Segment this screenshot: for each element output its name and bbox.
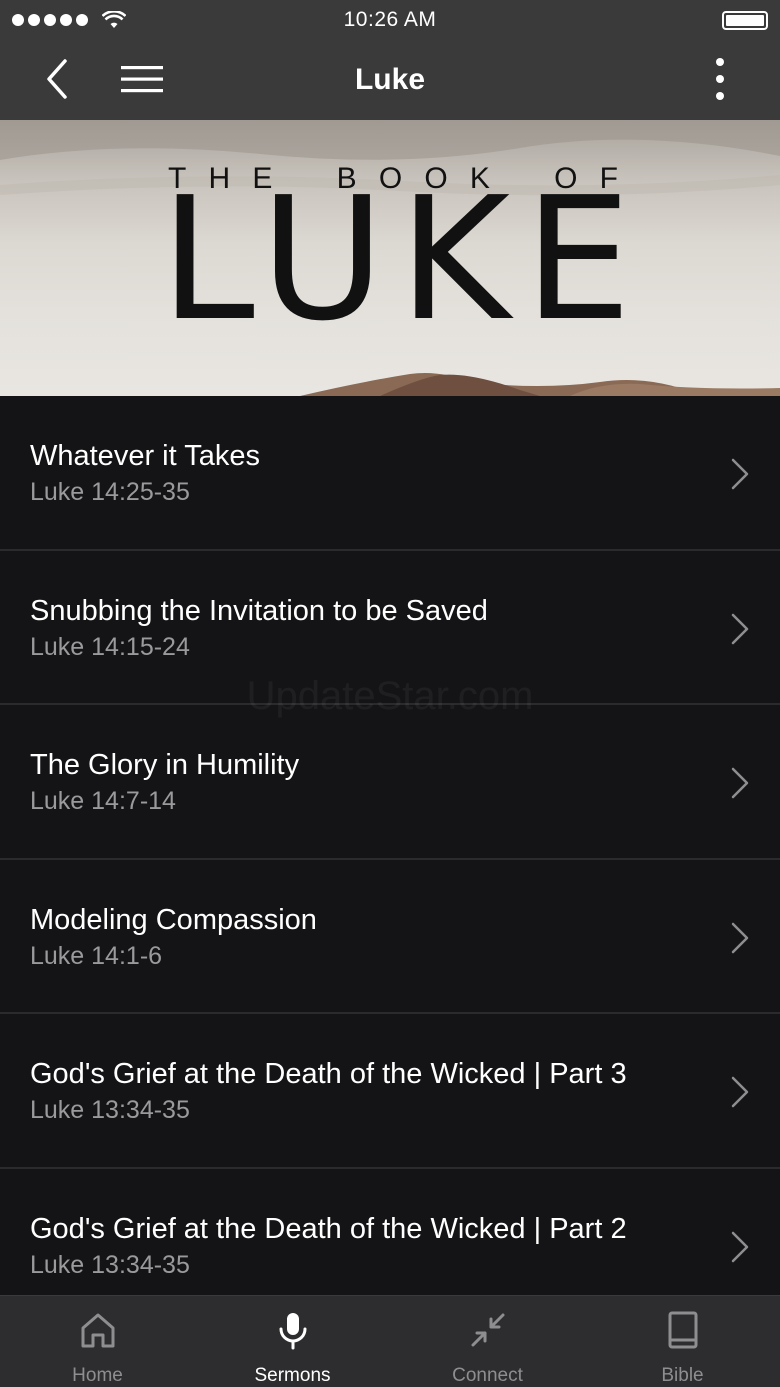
tab-home[interactable]: Home xyxy=(0,1296,195,1387)
list-item[interactable]: The Glory in Humility Luke 14:7-14 xyxy=(0,705,780,860)
chevron-right-icon xyxy=(731,1231,749,1262)
hamburger-icon xyxy=(121,66,163,93)
chevron-right-icon xyxy=(731,458,749,490)
chevron-left-icon xyxy=(47,59,67,99)
wifi-icon xyxy=(102,11,126,28)
connect-arrows-icon xyxy=(471,1313,504,1346)
status-time: 10:26 AM xyxy=(343,8,437,31)
chevron-right-icon xyxy=(731,922,749,953)
tab-label: Home xyxy=(72,1365,123,1386)
tab-label: Sermons xyxy=(254,1365,331,1386)
chevron-right-icon xyxy=(731,613,749,644)
sermon-title: Modeling Compassion xyxy=(30,903,317,936)
sermon-title: Snubbing the Invitation to be Saved xyxy=(30,594,488,627)
microphone-icon xyxy=(279,1312,306,1349)
sermon-passage: Luke 14:7-14 xyxy=(30,787,176,815)
tab-label: Bible xyxy=(661,1365,704,1386)
sermon-title: The Glory in Humility xyxy=(30,749,300,781)
status-bar: 10:26 AM xyxy=(0,0,780,40)
tab-label: Connect xyxy=(452,1365,523,1386)
signal-strength-icon xyxy=(12,11,126,29)
list-item[interactable]: Snubbing the Invitation to be Saved Luke… xyxy=(0,550,780,705)
page-title: Luke xyxy=(354,63,426,96)
list-item[interactable]: God's Grief at the Death of the Wicked |… xyxy=(0,1014,780,1169)
sermon-list: Whatever it Takes Luke 14:25-35 Snubbing… xyxy=(0,396,780,1323)
sermon-passage: Luke 14:25-35 xyxy=(30,478,190,506)
sermon-title: God's Grief at the Death of the Wicked |… xyxy=(30,1058,627,1090)
tab-bar: Home Sermons Connect Bible xyxy=(0,1295,780,1387)
tab-bible[interactable]: Bible xyxy=(585,1296,780,1387)
list-item[interactable]: Whatever it Takes Luke 14:25-35 xyxy=(0,396,780,551)
home-icon xyxy=(81,1313,114,1347)
list-item[interactable]: Modeling Compassion Luke 14:1-6 xyxy=(0,859,780,1014)
battery-icon xyxy=(722,11,768,30)
sermon-passage: Luke 13:34-35 xyxy=(30,1096,190,1124)
tab-connect[interactable]: Connect xyxy=(390,1296,585,1387)
nav-bar: Luke xyxy=(0,40,780,120)
banner-title: LUKE xyxy=(160,161,646,359)
menu-button[interactable] xyxy=(120,62,164,96)
series-banner: T H E B O O K O F LUKE xyxy=(0,120,780,396)
chevron-right-icon xyxy=(731,767,749,799)
more-options-button[interactable] xyxy=(708,56,732,102)
sermon-title: God's Grief at the Death of the Wicked |… xyxy=(30,1212,627,1245)
sermon-title: Whatever it Takes xyxy=(30,440,260,472)
sermon-passage: Luke 13:34-35 xyxy=(30,1250,190,1279)
sermon-passage: Luke 14:1-6 xyxy=(30,941,163,970)
back-button[interactable] xyxy=(38,56,78,102)
sermon-passage: Luke 14:15-24 xyxy=(30,632,190,661)
vertical-dots-icon xyxy=(716,58,724,100)
tab-sermons[interactable]: Sermons xyxy=(195,1296,390,1387)
chevron-right-icon xyxy=(731,1076,749,1108)
book-icon xyxy=(668,1311,697,1348)
